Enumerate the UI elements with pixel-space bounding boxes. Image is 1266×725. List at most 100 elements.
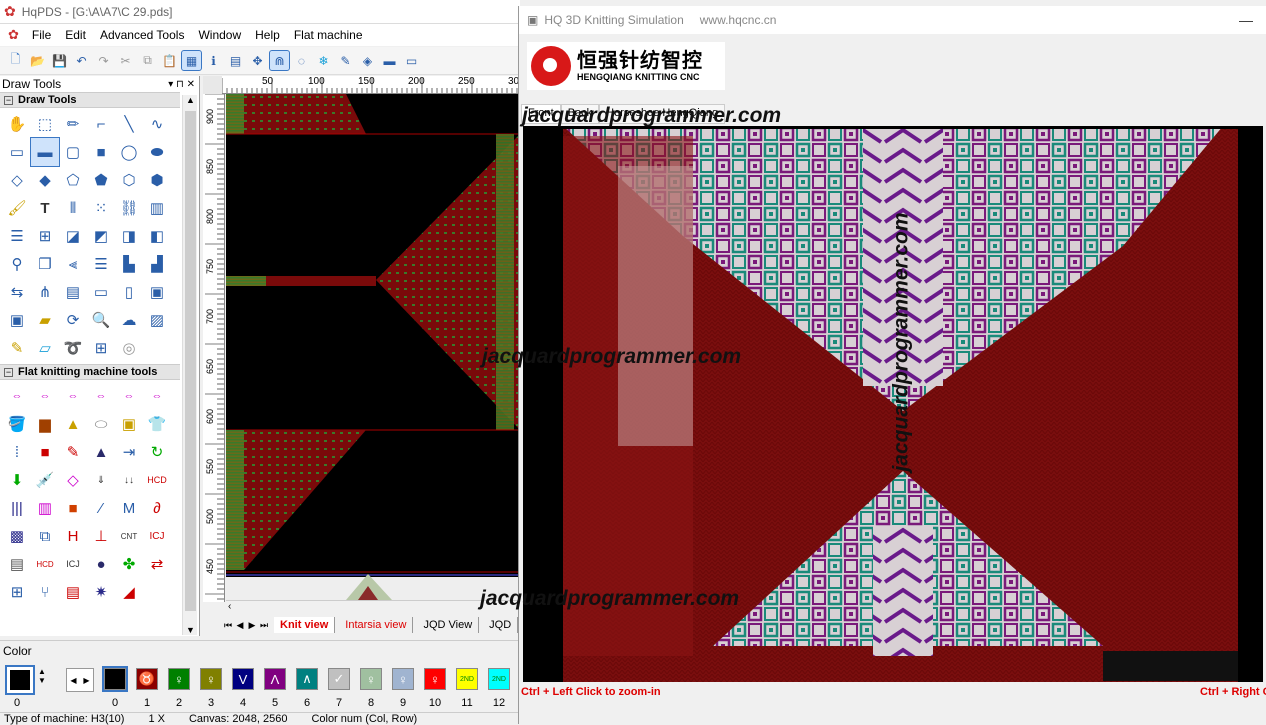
- snowflake-icon[interactable]: ❄: [314, 51, 333, 70]
- tab-jqd-view[interactable]: JQD View: [417, 617, 480, 633]
- split-icon[interactable]: ↓↓: [115, 466, 143, 494]
- matrix-icon[interactable]: ⁙: [87, 194, 115, 222]
- color-swatch[interactable]: ♀: [424, 668, 446, 690]
- histogram2-icon[interactable]: ▟: [143, 250, 171, 278]
- ellipse-icon[interactable]: ◯: [115, 138, 143, 166]
- current-color-spinner[interactable]: ▲ ▼: [38, 667, 46, 685]
- bars-red-icon[interactable]: ▤: [59, 578, 87, 606]
- icj-icon[interactable]: ICJ: [143, 522, 171, 550]
- image-icon[interactable]: ▨: [143, 306, 171, 334]
- undo-icon[interactable]: ↶: [72, 51, 91, 70]
- histogram-icon[interactable]: ▙: [115, 250, 143, 278]
- filled-rect-icon[interactable]: ▬: [30, 137, 60, 167]
- color-scroll-buttons[interactable]: ◀ ▶: [66, 668, 94, 692]
- eraser-icon[interactable]: ▰: [31, 306, 59, 334]
- fill-icon[interactable]: ◪: [59, 222, 87, 250]
- collapse-icon[interactable]: −: [4, 95, 13, 105]
- stitch2-icon[interactable]: ⇔: [31, 382, 59, 410]
- h-icon[interactable]: H: [59, 522, 87, 550]
- tree-icon[interactable]: ⋔: [31, 278, 59, 306]
- monitor-icon[interactable]: ▭: [402, 51, 421, 70]
- list-icon[interactable]: ▤: [3, 550, 31, 578]
- hand-icon[interactable]: ✋: [3, 110, 31, 138]
- select-icon[interactable]: ◌: [292, 51, 311, 70]
- window-icon[interactable]: ▤: [59, 278, 87, 306]
- cloud-icon[interactable]: ☁: [115, 306, 143, 334]
- curve-icon[interactable]: ∿: [143, 110, 171, 138]
- refresh-green-icon[interactable]: ↻: [143, 438, 171, 466]
- globe-icon[interactable]: ●: [87, 550, 115, 578]
- color-swatch[interactable]: 2ND: [456, 668, 478, 690]
- chain-icon[interactable]: ⛓: [115, 194, 143, 222]
- cut-icon[interactable]: ✂: [116, 51, 135, 70]
- color-swatch[interactable]: V: [232, 668, 254, 690]
- stitch4-icon[interactable]: ⇔: [87, 382, 115, 410]
- brush-icon[interactable]: 🖌: [3, 194, 31, 222]
- lasso-icon[interactable]: ➰: [59, 334, 87, 362]
- minimize-icon[interactable]: —: [1239, 12, 1253, 28]
- color-swatch[interactable]: ♀: [200, 668, 222, 690]
- stairs-icon[interactable]: ◢: [115, 578, 143, 606]
- hcd-icon[interactable]: ⇓: [87, 466, 115, 494]
- download-icon[interactable]: ⬇: [3, 466, 31, 494]
- design-canvas[interactable]: [226, 94, 520, 600]
- filled-hexagon-icon[interactable]: ⬢: [143, 166, 171, 194]
- current-color[interactable]: [5, 665, 35, 695]
- menu-advanced-tools[interactable]: Advanced Tools: [93, 28, 192, 42]
- polygon-icon[interactable]: ⬠: [59, 166, 87, 194]
- section-draw-tools[interactable]: − Draw Tools: [0, 92, 180, 108]
- icj2-icon[interactable]: ICJ: [59, 550, 87, 578]
- panel-scrollbar[interactable]: ▲ ▼: [182, 95, 197, 635]
- hcd2-icon[interactable]: HCD: [143, 466, 171, 494]
- stitch6-icon[interactable]: ⇔: [143, 382, 171, 410]
- branch-icon[interactable]: ⑂: [31, 578, 59, 606]
- dropper-icon[interactable]: 💉: [31, 466, 59, 494]
- panel-controls[interactable]: ▾ ⊓ ✕: [168, 79, 195, 90]
- hcd3-icon[interactable]: HCD: [31, 550, 59, 578]
- 3d-simulation-view[interactable]: [523, 126, 1263, 682]
- color-swatch[interactable]: ✓: [328, 668, 350, 690]
- paint-bucket-icon[interactable]: 🪣: [3, 410, 31, 438]
- color-swatch[interactable]: ∧: [296, 668, 318, 690]
- collapse-icon[interactable]: −: [4, 367, 13, 377]
- polyline-icon[interactable]: ⌐: [87, 110, 115, 138]
- menu-edit[interactable]: Edit: [58, 28, 93, 42]
- export-icon[interactable]: ⇥: [115, 438, 143, 466]
- info-icon[interactable]: ℹ: [204, 51, 223, 70]
- refresh-icon[interactable]: ⟳: [59, 306, 87, 334]
- line-icon[interactable]: ╲: [115, 110, 143, 138]
- text-icon[interactable]: T: [31, 194, 59, 222]
- menu-file[interactable]: File: [25, 28, 58, 42]
- plant-icon[interactable]: ✤: [115, 550, 143, 578]
- bars-blue-icon[interactable]: |||: [3, 494, 31, 522]
- section-flat-knitting-tools[interactable]: − Flat knitting machine tools: [0, 364, 180, 380]
- tab-jqd[interactable]: JQD: [483, 617, 519, 633]
- shirt-icon[interactable]: 👕: [143, 410, 171, 438]
- paste-icon[interactable]: 📋: [160, 51, 179, 70]
- dots-icon[interactable]: ⁞: [3, 438, 31, 466]
- pattern-icon[interactable]: ▩: [3, 522, 31, 550]
- swap-icon[interactable]: ⇄: [143, 550, 171, 578]
- app-menu-icon[interactable]: ✿: [8, 27, 19, 43]
- color-swatch[interactable]: 2ND: [488, 668, 510, 690]
- tab-knit-view[interactable]: Knit view: [274, 617, 336, 633]
- move-icon[interactable]: ✥: [248, 51, 267, 70]
- book-icon[interactable]: ▆: [31, 410, 59, 438]
- square-frame-icon[interactable]: ▣: [3, 306, 31, 334]
- gradient-icon[interactable]: ▥: [31, 494, 59, 522]
- phone-icon[interactable]: ▯: [115, 278, 143, 306]
- tab-front[interactable]: Front: [521, 104, 561, 124]
- next-tab-icon[interactable]: ▶: [246, 620, 258, 631]
- rounded-rect-icon[interactable]: ▢: [59, 138, 87, 166]
- color-swatch[interactable]: ♀: [168, 668, 190, 690]
- code-icon[interactable]: ▤: [226, 51, 245, 70]
- grid-copy-icon[interactable]: ⊞: [3, 578, 31, 606]
- machine-icon[interactable]: ▬: [380, 51, 399, 70]
- stitch1-icon[interactable]: ⇔: [3, 382, 31, 410]
- hexagon-icon[interactable]: ⬡: [115, 166, 143, 194]
- fill3-icon[interactable]: ◨: [115, 222, 143, 250]
- triangle-icon[interactable]: ▲: [59, 410, 87, 438]
- tab-back[interactable]: Back: [560, 104, 600, 124]
- filled-ellipse-icon[interactable]: ⬬: [143, 138, 171, 166]
- copy-block-icon[interactable]: ❐: [31, 250, 59, 278]
